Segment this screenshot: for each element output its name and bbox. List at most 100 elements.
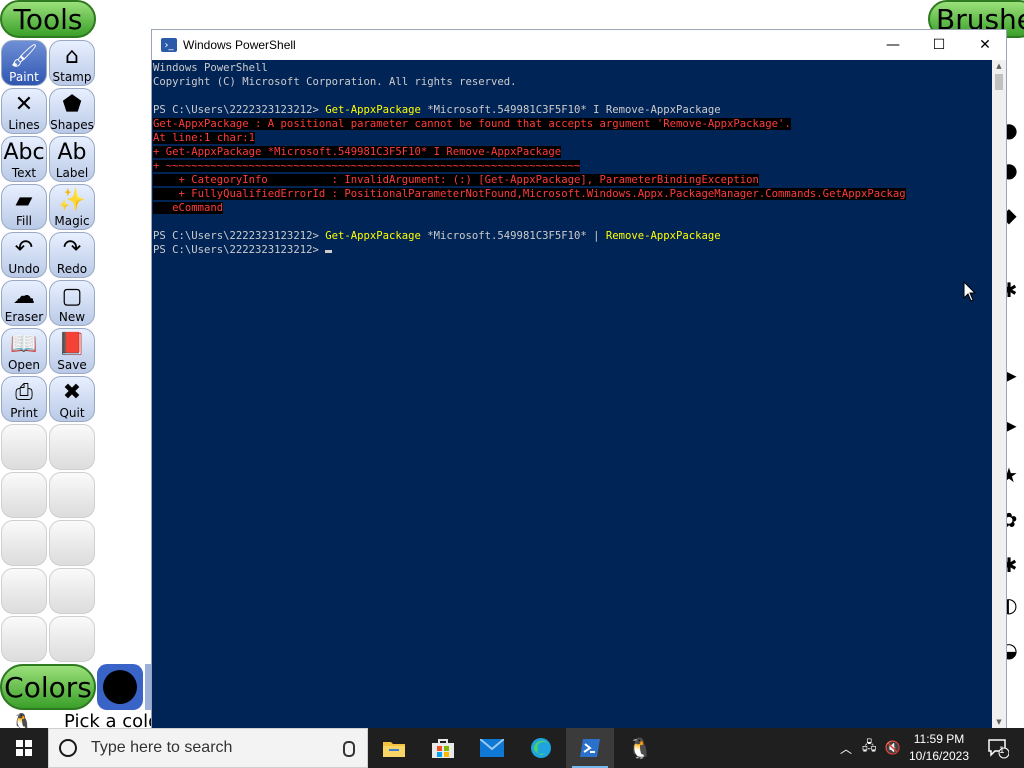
quit-icon: ✖ <box>62 380 82 405</box>
tool-eraser-button[interactable]: ☁ Eraser <box>1 280 47 326</box>
tool-label: Stamp <box>52 70 92 84</box>
empty-tool-slot <box>49 424 95 470</box>
search-box[interactable]: Type here to search <box>48 728 368 768</box>
eraser-icon: ☁ <box>13 284 35 309</box>
tool-label: Open <box>7 358 41 372</box>
clock[interactable]: 11:59 PM 10/16/2023 <box>904 731 974 765</box>
search-icon <box>59 739 77 757</box>
save-book-icon: 📕 <box>58 332 86 357</box>
mouse-pointer-icon <box>963 281 977 302</box>
tool-label: Save <box>57 358 87 372</box>
volume-muted-icon[interactable]: 🔇 <box>885 741 901 756</box>
prompt-text: PS C:\Users\2222323123212> <box>153 230 326 242</box>
scroll-thumb[interactable] <box>995 74 1003 90</box>
tool-redo-button[interactable]: ↷ Redo <box>49 232 95 278</box>
tool-open-button[interactable]: 📖 Open <box>1 328 47 374</box>
tool-label: Redo <box>56 262 88 276</box>
shapes-icon: ⬟ <box>62 92 82 117</box>
tool-quit-button[interactable]: ✖ Quit <box>49 376 95 422</box>
prompt-text: PS C:\Users\2222323123212> <box>153 244 326 256</box>
tool-label: Undo <box>8 262 40 276</box>
tool-label: Text <box>11 166 37 180</box>
paintbrush-icon: 🖌 <box>10 44 38 69</box>
tool-magic-button[interactable]: ✨ Magic <box>49 184 95 230</box>
new-page-icon: ▢ <box>61 284 83 309</box>
windows-logo-icon <box>16 740 32 756</box>
microphone-icon[interactable] <box>343 741 355 757</box>
empty-tool-slot <box>49 520 95 566</box>
tool-shapes-button[interactable]: ⬟ Shapes <box>49 88 95 134</box>
tool-label: Print <box>10 406 38 420</box>
title-bar[interactable]: ›_ Windows PowerShell — ☐ ✕ <box>152 30 1006 60</box>
tool-paint-button[interactable]: 🖌 Paint <box>1 40 47 86</box>
tool-label: Quit <box>59 406 85 420</box>
command-name: Get-AppxPackage <box>325 230 421 242</box>
start-button[interactable] <box>0 728 48 768</box>
tool-save-button[interactable]: 📕 Save <box>49 328 95 374</box>
tool-text-button[interactable]: Abc Text <box>1 136 47 182</box>
console-prompt-line: PS C:\Users\2222323123212> Get-AppxPacka… <box>152 103 992 117</box>
tux-penguin-icon: 🐧 <box>627 736 653 760</box>
text-cursor <box>325 250 333 253</box>
empty-tool-slot <box>49 472 95 518</box>
tool-fill-button[interactable]: ▰ Fill <box>1 184 47 230</box>
command-name: Remove-AppxPackage <box>605 230 721 242</box>
clock-time: 11:59 PM <box>913 732 965 746</box>
store-bag-icon <box>432 739 454 758</box>
tux-paint-taskbar-button[interactable]: 🐧 <box>616 728 664 768</box>
chevron-up-icon[interactable]: ︿ <box>840 740 852 757</box>
tool-label: Fill <box>15 214 33 228</box>
tool-label: Lines <box>8 118 40 132</box>
tool-label: Shapes <box>50 118 94 132</box>
microsoft-store-button[interactable] <box>419 728 467 768</box>
network-icon[interactable]: 🖧 <box>862 737 877 759</box>
empty-tool-slot <box>49 568 95 614</box>
command-name: Get-AppxPackage <box>325 104 421 116</box>
tool-label: New <box>58 310 86 324</box>
notification-icon <box>988 739 1009 759</box>
file-explorer-button[interactable] <box>370 728 418 768</box>
empty-tool-slot <box>1 424 47 470</box>
empty-tool-slot <box>1 616 47 662</box>
empty-tool-slot <box>1 568 47 614</box>
powershell-icon <box>580 739 600 757</box>
label-icon: Ab <box>57 140 87 165</box>
vertical-scrollbar[interactable]: ▲ ▼ <box>992 60 1006 728</box>
tool-lines-button[interactable]: ✕ Lines <box>1 88 47 134</box>
tool-label-button[interactable]: Ab Label <box>49 136 95 182</box>
undo-icon: ↶ <box>14 236 34 261</box>
edge-browser-button[interactable] <box>517 728 565 768</box>
powershell-taskbar-button[interactable] <box>566 728 614 768</box>
tool-print-button[interactable]: ⎙ Print <box>1 376 47 422</box>
tool-label: Label <box>55 166 89 180</box>
tool-new-button[interactable]: ▢ New <box>49 280 95 326</box>
scroll-down-arrow-icon[interactable]: ▼ <box>992 716 1006 728</box>
clock-date: 10/16/2023 <box>908 749 970 763</box>
action-center-button[interactable]: 1 <box>978 728 1018 768</box>
printer-icon: ⎙ <box>15 380 33 405</box>
empty-tool-slot <box>1 520 47 566</box>
close-button[interactable]: ✕ <box>962 30 1008 60</box>
tool-stamp-button[interactable]: ⌂ Stamp <box>49 40 95 86</box>
mail-button[interactable] <box>468 728 516 768</box>
redo-icon: ↷ <box>62 236 82 261</box>
window-title: Windows PowerShell <box>183 38 296 52</box>
minimize-button[interactable]: — <box>870 30 916 60</box>
error-line: + CategoryInfo : InvalidArgument: (:) [G… <box>153 174 759 186</box>
folder-icon <box>383 742 405 757</box>
powershell-window: ›_ Windows PowerShell — ☐ ✕ Windows Powe… <box>151 29 1007 728</box>
error-line: eCommand <box>153 202 224 214</box>
maximize-button[interactable]: ☐ <box>916 30 962 60</box>
search-placeholder: Type here to search <box>91 739 233 756</box>
tool-undo-button[interactable]: ↶ Undo <box>1 232 47 278</box>
lines-icon: ✕ <box>14 92 34 117</box>
tool-label: Eraser <box>4 310 44 324</box>
command-args: *Microsoft.549981C3F5F10* | <box>420 230 606 242</box>
scroll-up-arrow-icon[interactable]: ▲ <box>992 60 1006 72</box>
magic-wand-icon: ✨ <box>58 188 86 213</box>
color-dot <box>103 670 137 704</box>
console-prompt-line: PS C:\Users\2222323123212> <box>152 243 992 257</box>
console-output[interactable]: Windows PowerShell Copyright (C) Microso… <box>152 60 992 728</box>
tools-header: Tools <box>0 0 96 38</box>
color-swatch-black[interactable] <box>97 664 143 710</box>
